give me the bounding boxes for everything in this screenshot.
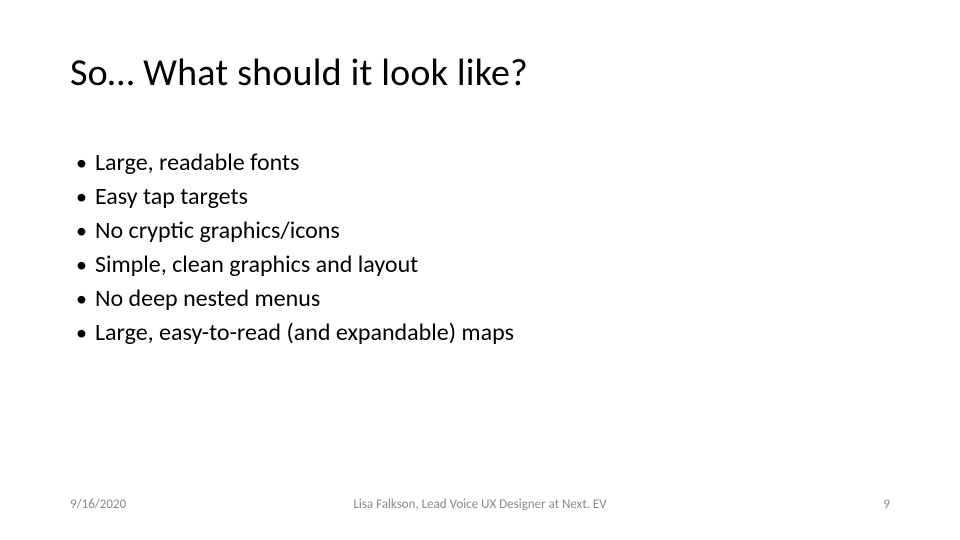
bullet-list: • Large, readable fonts • Easy tap targe…: [70, 146, 890, 350]
bullet-text: Large, easy-to-read (and expandable) map…: [95, 316, 514, 350]
bullet-text: No cryptic graphics/icons: [95, 214, 340, 248]
bullet-icon: •: [76, 214, 87, 247]
bullet-text: No deep nested menus: [95, 282, 320, 316]
bullet-icon: •: [76, 248, 87, 281]
list-item: • Easy tap targets: [76, 180, 890, 214]
bullet-text: Simple, clean graphics and layout: [95, 248, 418, 282]
slide-title: So… What should it look like?: [70, 50, 890, 96]
bullet-icon: •: [76, 146, 87, 179]
footer-author: Lisa Falkson, Lead Voice UX Designer at …: [353, 497, 606, 512]
list-item: • Large, easy-to-read (and expandable) m…: [76, 316, 890, 350]
bullet-text: Easy tap targets: [95, 180, 248, 214]
bullet-icon: •: [76, 180, 87, 213]
bullet-icon: •: [76, 282, 87, 315]
list-item: • Large, readable fonts: [76, 146, 890, 180]
slide-container: So… What should it look like? • Large, r…: [0, 0, 960, 540]
list-item: • No cryptic graphics/icons: [76, 214, 890, 248]
footer-date: 9/16/2020: [70, 497, 126, 512]
list-item: • No deep nested menus: [76, 282, 890, 316]
footer-page-number: 9: [883, 497, 890, 512]
slide-footer: 9/16/2020 Lisa Falkson, Lead Voice UX De…: [0, 497, 960, 512]
bullet-text: Large, readable fonts: [95, 146, 299, 180]
list-item: • Simple, clean graphics and layout: [76, 248, 890, 282]
bullet-icon: •: [76, 316, 87, 349]
